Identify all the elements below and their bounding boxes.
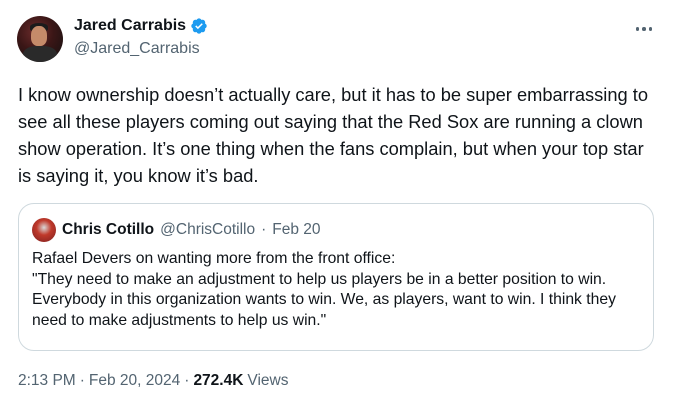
tweet-text: I know ownership doesn’t actually care, … — [18, 84, 649, 186]
quoted-separator: · — [261, 221, 267, 238]
quoted-author-display-name[interactable]: Chris Cotillo — [62, 221, 154, 239]
quoted-tweet-header: Chris Cotillo @ChrisCotillo · Feb 20 — [32, 218, 321, 242]
more-horizontal-icon-dot — [648, 27, 653, 31]
more-options-button[interactable] — [632, 20, 656, 38]
more-horizontal-icon-dot — [635, 27, 640, 31]
quoted-tweet-line-1: Rafael Devers on wanting more from the f… — [32, 250, 396, 267]
avatar-body — [23, 46, 57, 62]
verified-badge-icon[interactable] — [190, 17, 208, 35]
avatar-face — [31, 26, 47, 46]
quoted-author-handle[interactable]: @ChrisCotillo — [160, 221, 255, 239]
author-display-name-row[interactable]: Jared Carrabis — [74, 17, 208, 35]
meta-separator: · — [79, 372, 85, 389]
more-horizontal-icon-dot — [642, 27, 646, 31]
views-label: Views — [247, 372, 289, 389]
quoted-tweet-text: Rafael Devers on wanting more from the f… — [32, 249, 644, 331]
author-handle[interactable]: @Jared_Carrabis — [74, 40, 208, 58]
tweet-time[interactable]: 2:13 PM — [18, 372, 76, 390]
author-avatar[interactable] — [17, 16, 63, 62]
author-display-name[interactable]: Jared Carrabis — [74, 17, 186, 35]
author-name-block: Jared Carrabis @Jared_Carrabis — [74, 17, 208, 58]
tweet-date[interactable]: Feb 20, 2024 — [89, 372, 180, 390]
quoted-author-avatar[interactable] — [32, 218, 56, 242]
quoted-tweet-date[interactable]: Feb 20 — [272, 221, 320, 239]
meta-separator: · — [184, 372, 190, 389]
quoted-tweet-line-2: "They need to make an adjustment to help… — [32, 270, 616, 329]
tweet-meta: 2:13 PM · Feb 20, 2024 · 272.4K Views — [18, 372, 289, 390]
quoted-tweet-card[interactable]: Chris Cotillo @ChrisCotillo · Feb 20 Raf… — [18, 203, 654, 351]
views-count: 272.4K — [193, 372, 244, 389]
